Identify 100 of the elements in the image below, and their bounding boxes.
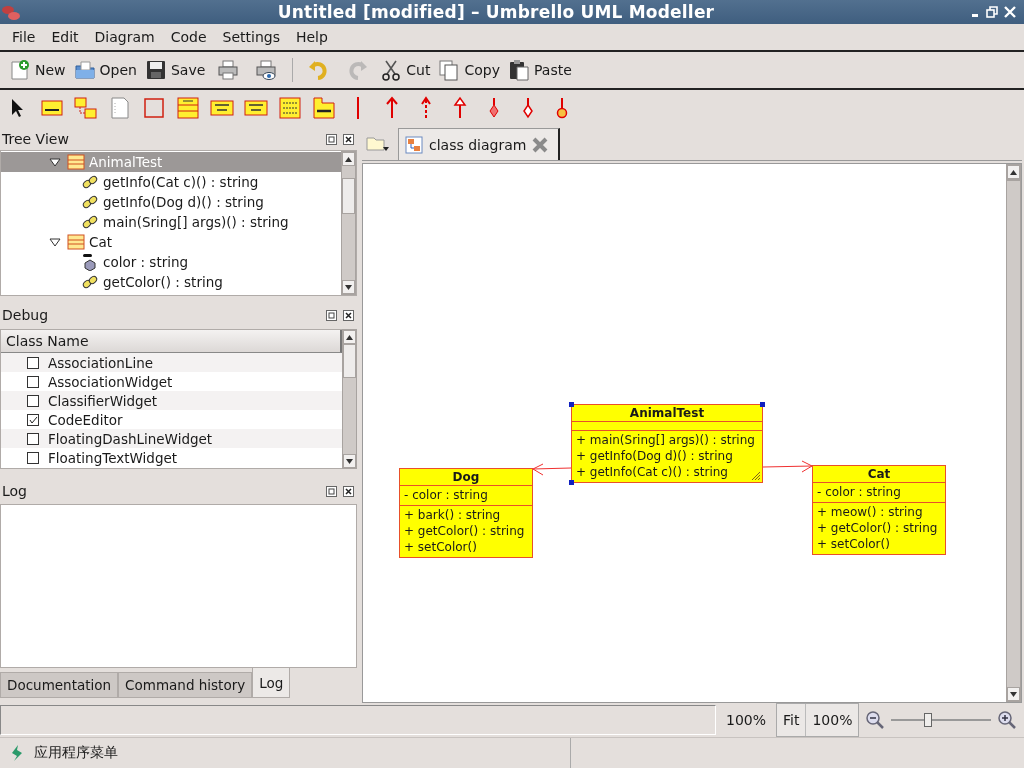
class-box[interactable]: Dog - color : string + bark() : string + getColor() : string + setColor() bbox=[399, 468, 533, 558]
menu-item[interactable]: File bbox=[4, 29, 44, 45]
scroll-down-arrow-icon[interactable] bbox=[345, 284, 352, 290]
entity-tool-button[interactable] bbox=[176, 96, 200, 120]
checkbox[interactable] bbox=[27, 451, 39, 464]
scrollbar[interactable] bbox=[1006, 164, 1021, 702]
panel-title: Debug bbox=[2, 307, 50, 323]
operation-text: + setColor() bbox=[817, 536, 890, 552]
copy-icon bbox=[438, 59, 461, 81]
column-header[interactable]: Class Name bbox=[1, 330, 342, 353]
scroll-up-arrow-icon[interactable] bbox=[346, 334, 353, 340]
collapse-arrow-icon[interactable] bbox=[49, 237, 61, 247]
class-icon bbox=[67, 153, 85, 171]
scroll-up-arrow-icon[interactable] bbox=[345, 156, 352, 162]
link-icon bbox=[81, 173, 99, 191]
selection-handle[interactable] bbox=[569, 480, 574, 485]
scrollbar-thumb[interactable] bbox=[343, 344, 356, 378]
selection-handle[interactable] bbox=[760, 402, 765, 407]
association-arrow[interactable] bbox=[762, 460, 813, 473]
checkbox[interactable] bbox=[27, 432, 39, 445]
menu-item[interactable]: Help bbox=[287, 29, 336, 45]
menu-item[interactable]: Settings bbox=[214, 29, 288, 45]
float-icon[interactable] bbox=[326, 309, 337, 321]
box-tool-button[interactable] bbox=[142, 96, 166, 120]
paste-button[interactable]: Paste bbox=[505, 57, 575, 83]
linked-boxes-icon bbox=[74, 96, 98, 120]
save-button[interactable]: Save bbox=[141, 57, 209, 83]
open-button[interactable]: Open bbox=[70, 57, 140, 83]
menu-item[interactable]: Code bbox=[162, 29, 215, 45]
cut-button[interactable]: Cut bbox=[377, 57, 434, 83]
scroll-down-arrow-icon[interactable] bbox=[1010, 691, 1017, 697]
scrollbar-thumb[interactable] bbox=[1007, 179, 1020, 181]
window-title: Untitled [modified] – Umbrello UML Modeller bbox=[276, 2, 716, 22]
compartment-box-icon bbox=[176, 96, 200, 120]
copy-button[interactable]: Copy bbox=[435, 57, 503, 83]
table-cell: AssociationWidget bbox=[48, 373, 173, 390]
class-box[interactable]: Cat - color : string + meow() : string + getColor() : string + setColor() bbox=[812, 465, 946, 555]
tree-item[interactable]: getInfo(Dog d)() : string bbox=[1, 192, 341, 212]
close-icon[interactable] bbox=[343, 133, 354, 145]
printer-icon bbox=[217, 59, 240, 81]
selection-handle[interactable] bbox=[569, 402, 574, 407]
tree-item[interactable]: Cat bbox=[1, 232, 341, 252]
scroll-down-arrow-icon[interactable] bbox=[346, 458, 353, 464]
zoom-field[interactable]: 100% bbox=[806, 712, 859, 728]
checkbox[interactable] bbox=[27, 413, 39, 426]
zoom-in-icon[interactable] bbox=[997, 710, 1018, 730]
attribute-icon bbox=[81, 253, 99, 271]
class-link-tool-button[interactable] bbox=[74, 96, 98, 120]
collapse-arrow-icon[interactable] bbox=[49, 157, 61, 167]
resize-grip-icon[interactable] bbox=[749, 469, 761, 481]
box-icon bbox=[142, 96, 166, 120]
attribute-text: - color : string bbox=[404, 487, 488, 503]
operation-text: + setColor() bbox=[404, 539, 477, 555]
checkbox[interactable] bbox=[27, 375, 39, 388]
tab[interactable]: Documentation bbox=[0, 672, 119, 698]
paste-icon bbox=[508, 59, 530, 81]
note-icon bbox=[108, 96, 132, 120]
scrollbar[interactable] bbox=[342, 329, 357, 469]
tree-item[interactable]: main(Sring[] args)() : string bbox=[1, 212, 341, 232]
zoom-slider[interactable] bbox=[891, 711, 992, 729]
table-cell: ClassifierWidget bbox=[48, 392, 158, 409]
association-arrow[interactable] bbox=[532, 463, 572, 476]
folder-menu-icon bbox=[366, 135, 390, 153]
tree-item[interactable]: getInfo(Cat c)() : string bbox=[1, 172, 341, 192]
class-name: AnimalTest bbox=[572, 405, 762, 422]
leaf-logo-icon[interactable] bbox=[10, 744, 24, 762]
scroll-up-arrow-icon[interactable] bbox=[1010, 169, 1017, 175]
scrollbar-thumb[interactable] bbox=[342, 178, 355, 214]
tree-item[interactable]: getColor() : string bbox=[1, 272, 341, 292]
table-cell: CodeEditor bbox=[48, 411, 123, 428]
float-icon[interactable] bbox=[326, 133, 337, 145]
zoom-out-icon[interactable] bbox=[865, 710, 886, 730]
close-icon[interactable] bbox=[343, 309, 354, 321]
diagram-tab[interactable]: class diagram bbox=[398, 128, 561, 160]
scrollbar[interactable] bbox=[341, 151, 356, 295]
enum-tool-button[interactable] bbox=[278, 96, 302, 120]
menu-item[interactable]: Edit bbox=[43, 29, 87, 45]
float-icon[interactable] bbox=[326, 485, 337, 497]
tree-item[interactable]: color : string bbox=[1, 252, 341, 272]
restore-icon[interactable] bbox=[986, 6, 998, 18]
table-cell: AssociationLine bbox=[48, 354, 153, 371]
close-icon[interactable] bbox=[343, 485, 354, 497]
new-button[interactable]: New bbox=[6, 57, 69, 83]
folder-icon bbox=[73, 59, 96, 81]
menu-item[interactable]: Diagram bbox=[86, 29, 163, 45]
checkbox[interactable] bbox=[27, 356, 39, 369]
checkbox[interactable] bbox=[27, 394, 39, 407]
list-box-icon bbox=[278, 96, 302, 120]
class-box[interactable]: AnimalTest + main(Sring[] args)() : string + getInfo(Dog d)() : string + getInfo(Cat c)() : string bbox=[571, 404, 763, 483]
check-icon bbox=[28, 414, 38, 425]
operation-text: + getColor() : string bbox=[817, 520, 938, 536]
link-icon bbox=[81, 273, 99, 291]
package-tool-button[interactable] bbox=[312, 96, 336, 120]
tab[interactable]: Command history bbox=[118, 672, 253, 698]
print-preview-icon bbox=[255, 59, 278, 81]
zoom-control[interactable]: Fit 100% bbox=[776, 703, 860, 737]
fit-button[interactable]: Fit bbox=[777, 704, 807, 736]
tab[interactable]: Log bbox=[252, 668, 291, 698]
application-menu[interactable]: 应用程序菜单 bbox=[34, 744, 118, 762]
panel-title: Log bbox=[2, 483, 28, 499]
